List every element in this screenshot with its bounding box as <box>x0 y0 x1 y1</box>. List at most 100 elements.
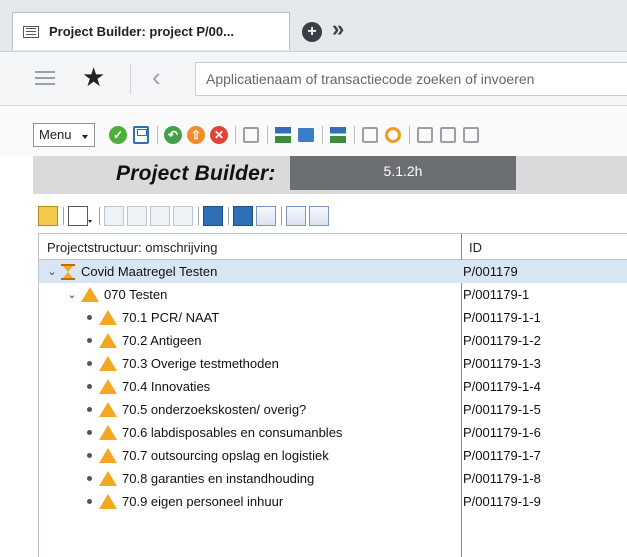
tree-node-label[interactable]: 70.1 PCR/ NAAT <box>122 310 219 325</box>
refresh-icon[interactable] <box>383 125 403 145</box>
toolbar-divider <box>354 126 355 144</box>
collapse-all-icon[interactable] <box>309 206 329 226</box>
exit-icon[interactable]: ⇧ <box>186 125 206 145</box>
toolbar-divider <box>198 207 199 225</box>
undo-icon[interactable] <box>173 206 193 226</box>
application-toolbar: Menu ✓ ↶ ⇧ ✕ <box>0 106 627 156</box>
warning-triangle-icon <box>99 356 117 371</box>
tree-cell-description: 70.1 PCR/ NAAT <box>39 306 461 329</box>
warning-triangle-icon <box>81 287 99 302</box>
tree-node-label[interactable]: 70.2 Antigeen <box>122 333 202 348</box>
tree-row[interactable]: 70.6 labdisposables en consumanbles P/001… <box>39 421 627 444</box>
structure-icon[interactable] <box>296 125 316 145</box>
column-header-description[interactable]: Projectstructuur: omschrijving <box>47 240 218 255</box>
hamburger-icon[interactable] <box>35 71 55 85</box>
hierarchy-icon[interactable] <box>273 125 293 145</box>
menu-button-label: Menu <box>39 127 72 142</box>
tree-cell-id[interactable]: P/001179-1-3 <box>461 352 627 375</box>
tree-header: Projectstructuur: omschrijving ID <box>39 234 627 260</box>
tree-row[interactable]: 70.9 eigen personeel inhuur P/001179-1-9 <box>39 490 627 513</box>
tree-cell-id[interactable]: P/001179-1-9 <box>461 490 627 513</box>
tree-cell-description: ⌄ 070 Testen <box>39 283 461 306</box>
plus-circle-icon[interactable]: + <box>302 22 322 42</box>
toolbar-divider <box>157 126 158 144</box>
expand-all-icon[interactable] <box>286 206 306 226</box>
print-icon[interactable] <box>415 125 435 145</box>
chevron-left-icon[interactable]: ‹ <box>152 62 161 92</box>
star-icon[interactable]: ★ <box>82 64 105 90</box>
tree-row[interactable]: ⌄ Covid Maatregel Testen P/001179 <box>39 260 627 283</box>
bullet-icon <box>87 499 92 504</box>
menu-button[interactable]: Menu <box>33 123 95 147</box>
find-icon[interactable] <box>438 125 458 145</box>
toolbar-divider <box>281 207 282 225</box>
tree-row[interactable]: 70.7 outsourcing opslag en logistiek P/00… <box>39 444 627 467</box>
tree-row[interactable]: 70.4 Innovaties P/001179-1-4 <box>39 375 627 398</box>
tree-cell-id[interactable]: P/001179-1 <box>461 283 627 306</box>
tree-cell-id[interactable]: P/001179-1-1 <box>461 306 627 329</box>
project-hourglass-icon <box>61 263 75 280</box>
page-title: Project Builder: <box>116 162 276 185</box>
tree-node-label[interactable]: 70.3 Overige testmethoden <box>122 356 279 371</box>
tree-cell-id[interactable]: P/001179-1-7 <box>461 444 627 467</box>
tree-cell-id[interactable]: P/001179-1-4 <box>461 375 627 398</box>
chevron-down-icon[interactable]: ⌄ <box>47 266 57 278</box>
chevron-down-icon[interactable]: ⌄ <box>67 289 77 301</box>
tree-cell-id[interactable]: P/001179-1-6 <box>461 421 627 444</box>
tree-node-label[interactable]: 70.5 onderzoekskosten/ overig? <box>122 402 306 417</box>
tree-row[interactable]: 70.3 Overige testmethoden P/001179-1-3 <box>39 352 627 375</box>
tab-label: Project Builder: project P/00... <box>49 24 234 39</box>
tree-node-label[interactable]: 70.7 outsourcing opslag en logistiek <box>122 448 329 463</box>
cut-icon[interactable] <box>104 206 124 226</box>
tree-cell-id[interactable]: P/001179-1-2 <box>461 329 627 352</box>
tree-node-label[interactable]: 70.4 Innovaties <box>122 379 210 394</box>
tree-row[interactable]: 70.1 PCR/ NAAT P/001179-1-1 <box>39 306 627 329</box>
tree-cell-description: 70.5 onderzoekskosten/ overig? <box>39 398 461 421</box>
tree-row[interactable]: 70.2 Antigeen P/001179-1-2 <box>39 329 627 352</box>
project-structure-tree: Projectstructuur: omschrijving ID ⌄ Covid… <box>38 233 627 557</box>
column-header-id[interactable]: ID <box>469 240 482 255</box>
tab-project-builder[interactable]: Project Builder: project P/00... <box>12 12 290 50</box>
back-navigation-icon[interactable]: ↶ <box>163 125 183 145</box>
delete-icon[interactable] <box>203 206 223 226</box>
tree-cell-id[interactable]: P/001179-1-5 <box>461 398 627 421</box>
tree-cell-id[interactable]: P/001179 <box>461 260 627 283</box>
toolbar-divider <box>322 126 323 144</box>
bullet-icon <box>87 384 92 389</box>
new-document-icon[interactable] <box>68 206 92 226</box>
tree-node-label[interactable]: 70.9 eigen personeel inhuur <box>122 494 283 509</box>
tree-node-label[interactable]: 70.6 labdisposables en consumanbles <box>122 425 342 440</box>
tree-node-label[interactable]: Covid Maatregel Testen <box>81 264 217 279</box>
tree-row[interactable]: 70.8 garanties en instandhouding P/001179… <box>39 467 627 490</box>
warning-triangle-icon <box>99 471 117 486</box>
tree-cell-description: 70.2 Antigeen <box>39 329 461 352</box>
bullet-icon <box>87 407 92 412</box>
tree-rows: ⌄ Covid Maatregel Testen P/001179 ⌄ 070 Test… <box>39 260 627 513</box>
save-icon[interactable] <box>131 125 151 145</box>
warning-triangle-icon <box>99 425 117 440</box>
display-change-icon[interactable] <box>241 125 261 145</box>
tree-node-label[interactable]: 070 Testen <box>104 287 167 302</box>
toolbar-divider <box>63 207 64 225</box>
search-input[interactable] <box>195 62 627 96</box>
tree-row[interactable]: ⌄ 070 Testen P/001179-1 <box>39 283 627 306</box>
toolbar-divider <box>235 126 236 144</box>
edit-icon[interactable] <box>360 125 380 145</box>
find-next-binoculars-icon[interactable] <box>256 206 276 226</box>
table-icon[interactable] <box>328 125 348 145</box>
version-badge: 5.1.2h <box>290 156 516 190</box>
find-next-icon[interactable] <box>461 125 481 145</box>
tree-node-label[interactable]: 70.8 garanties en instandhouding <box>122 471 314 486</box>
binoculars-icon[interactable] <box>233 206 253 226</box>
copy-icon[interactable] <box>127 206 147 226</box>
tree-toolbar <box>38 202 332 230</box>
tree-row[interactable]: 70.5 onderzoekskosten/ overig? P/001179-1… <box>39 398 627 421</box>
toolbar-divider <box>99 207 100 225</box>
tree-cell-id[interactable]: P/001179-1-8 <box>461 467 627 490</box>
cancel-icon[interactable]: ✕ <box>209 125 229 145</box>
double-chevron-right-icon[interactable]: » <box>332 18 344 40</box>
bullet-icon <box>87 476 92 481</box>
open-folder-icon[interactable] <box>38 206 58 226</box>
paste-icon[interactable] <box>150 206 170 226</box>
check-icon[interactable]: ✓ <box>108 125 128 145</box>
